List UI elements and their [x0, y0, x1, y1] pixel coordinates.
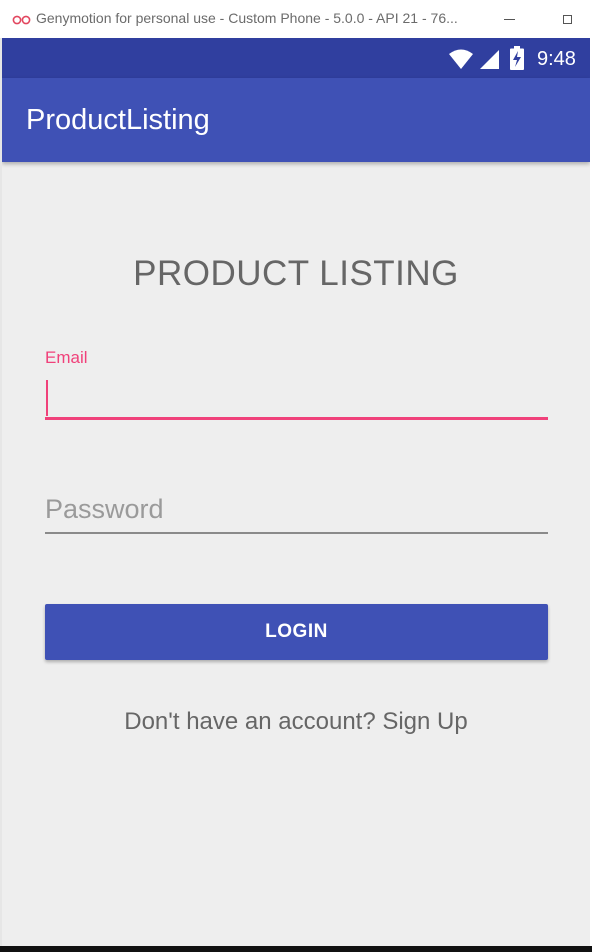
- minimize-icon: [503, 18, 515, 20]
- status-bar: 9:48: [2, 38, 590, 78]
- app-title: ProductListing: [26, 104, 210, 136]
- login-button[interactable]: LOGIN: [45, 604, 548, 660]
- page-heading: PRODUCT LISTING: [133, 254, 459, 293]
- maximize-button[interactable]: [556, 8, 578, 30]
- minimize-button[interactable]: [498, 8, 520, 30]
- app-bar: ProductListing: [2, 78, 590, 162]
- genymotion-window: Genymotion for personal use - Custom Pho…: [0, 0, 592, 952]
- host-title-bar: Genymotion for personal use - Custom Pho…: [0, 0, 592, 38]
- host-window-title: Genymotion for personal use - Custom Pho…: [36, 10, 458, 26]
- email-label: Email: [45, 348, 88, 367]
- text-cursor: [46, 380, 48, 416]
- email-field[interactable]: [45, 376, 548, 420]
- genymotion-logo-icon: [12, 15, 31, 25]
- window-bottom-edge: [0, 946, 592, 952]
- wifi-icon: [449, 49, 473, 69]
- signup-link[interactable]: Don't have an account? Sign Up: [2, 708, 590, 736]
- password-placeholder: Password: [45, 494, 164, 524]
- maximize-icon: [562, 14, 572, 24]
- phone-screen: 9:48 ProductListing PRODUCT LISTING Emai…: [2, 38, 590, 946]
- status-time: 9:48: [537, 48, 576, 70]
- battery-charging-icon: [510, 46, 524, 70]
- login-button-label: LOGIN: [265, 621, 328, 642]
- signal-icon: [480, 50, 499, 69]
